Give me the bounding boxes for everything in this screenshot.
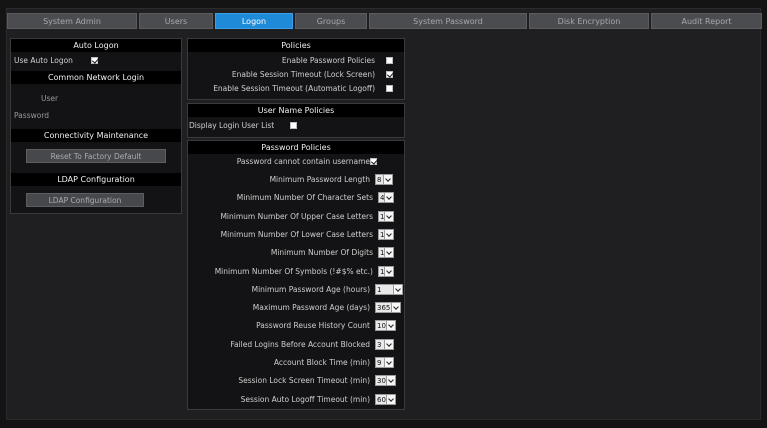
password-policy-select[interactable]: 4: [378, 192, 394, 204]
user-name-policies-header: User Name Policies: [188, 104, 404, 117]
chevron-down-icon[interactable]: [385, 247, 394, 259]
select-value: 365: [375, 302, 392, 314]
user-name-policies-panel: User Name Policies Display Login User Li…: [187, 103, 405, 138]
password-policy-select[interactable]: 1: [378, 210, 394, 222]
password-policy-label: Session Auto Logoff Timeout (min): [240, 394, 370, 404]
password-policy-select[interactable]: 1: [378, 228, 394, 240]
password-no-username-label: Password cannot contain username: [236, 157, 370, 166]
tab-bar: System Admin Users Logon Groups System P…: [7, 13, 762, 29]
password-policy-select[interactable]: 1: [375, 283, 403, 295]
password-policy-label: Minimum Password Age (hours): [251, 284, 370, 294]
system-admin-window: System Admin Users Logon Groups System P…: [6, 8, 762, 420]
select-value: 9: [375, 357, 385, 368]
tab-audit-report[interactable]: Audit Report: [651, 13, 762, 29]
chevron-down-icon[interactable]: [385, 338, 394, 350]
enable-session-timeout-logoff-label: Enable Session Timeout (Automatic Logoff…: [213, 84, 375, 93]
select-value: 1: [378, 247, 385, 259]
select-value: 30: [375, 375, 387, 387]
chevron-down-icon[interactable]: [385, 210, 394, 222]
enable-password-policies-label: Enable Password Policies: [281, 56, 375, 65]
enable-session-timeout-logoff-checkbox[interactable]: [386, 85, 393, 92]
select-value: 1: [378, 210, 385, 222]
password-policies-header: Password Policies: [188, 141, 404, 154]
password-policy-label: Maximum Password Age (days): [252, 303, 370, 313]
chevron-down-icon[interactable]: [385, 192, 394, 204]
use-auto-logon-checkbox[interactable]: [91, 57, 98, 64]
password-policy-select[interactable]: 10: [375, 320, 396, 332]
display-login-user-list-checkbox[interactable]: [290, 122, 297, 129]
chevron-down-icon[interactable]: [392, 302, 401, 314]
password-policy-select[interactable]: 1: [378, 265, 394, 277]
tab-system-admin[interactable]: System Admin: [7, 13, 137, 29]
network-user-label: User: [41, 94, 59, 103]
password-policy-select[interactable]: 3: [375, 338, 394, 350]
display-login-user-list-label: Display Login User List: [189, 121, 275, 130]
use-auto-logon-label: Use Auto Logon: [14, 56, 73, 65]
chevron-down-icon[interactable]: [384, 174, 393, 185]
enable-session-timeout-lock-checkbox[interactable]: [386, 71, 393, 78]
password-policy-label: Minimum Number Of Symbols (!#$% etc.): [214, 266, 373, 276]
enable-session-timeout-lock-label: Enable Session Timeout (Lock Screen): [231, 70, 375, 79]
enable-password-policies-checkbox[interactable]: [386, 57, 393, 64]
network-password-label: Password: [14, 111, 50, 120]
password-policy-label: Failed Logins Before Account Blocked: [230, 339, 370, 349]
chevron-down-icon[interactable]: [387, 393, 396, 405]
chevron-down-icon[interactable]: [385, 265, 394, 277]
common-network-login-header: Common Network Login: [11, 71, 181, 84]
tab-disk-encryption[interactable]: Disk Encryption: [529, 13, 649, 29]
tab-system-password[interactable]: System Password: [369, 13, 527, 29]
password-policy-label: Session Lock Screen Timeout (min): [238, 376, 370, 386]
password-policy-label: Minimum Number Of Lower Case Letters: [220, 229, 373, 239]
tab-users[interactable]: Users: [139, 13, 213, 29]
select-value: 8: [375, 174, 384, 185]
select-value: 1: [375, 283, 394, 295]
password-policies-panel: Password Policies Password cannot contai…: [187, 140, 405, 410]
password-policy-label: Minimum Number Of Upper Case Letters: [220, 211, 373, 221]
select-value: 60: [375, 393, 387, 405]
select-value: 4: [378, 192, 385, 204]
policies-panel: Policies Enable Password Policies Enable…: [187, 38, 405, 100]
ldap-configuration-header: LDAP Configuration: [11, 173, 181, 186]
password-policy-select[interactable]: 365: [375, 302, 401, 314]
chevron-down-icon[interactable]: [394, 283, 403, 295]
tab-logon[interactable]: Logon: [215, 13, 293, 29]
password-policy-select[interactable]: 9: [375, 357, 394, 368]
password-policy-label: Password Reuse History Count: [256, 321, 370, 331]
password-policy-select[interactable]: 8: [375, 174, 393, 185]
password-policy-label: Minimum Number Of Digits: [270, 248, 373, 258]
password-policy-label: Account Block Time (min): [273, 358, 370, 367]
tab-groups[interactable]: Groups: [295, 13, 367, 29]
password-policy-label: Minimum Number Of Character Sets: [236, 193, 373, 203]
policies-header: Policies: [188, 39, 404, 52]
password-policy-label: Minimum Password Length: [269, 175, 370, 184]
connectivity-maintenance-header: Connectivity Maintenance: [11, 129, 181, 142]
chevron-down-icon[interactable]: [385, 228, 394, 240]
left-settings-panel: Auto Logon Use Auto Logon Common Network…: [10, 38, 182, 214]
password-no-username-checkbox[interactable]: [370, 158, 377, 165]
auto-logon-header: Auto Logon: [11, 39, 181, 52]
select-value: 3: [375, 338, 385, 350]
password-policy-select[interactable]: 30: [375, 375, 396, 387]
reset-factory-default-button[interactable]: Reset To Factory Default: [26, 149, 166, 163]
select-value: 10: [375, 320, 387, 332]
select-value: 1: [378, 228, 385, 240]
chevron-down-icon[interactable]: [385, 357, 394, 368]
chevron-down-icon[interactable]: [387, 320, 396, 332]
password-policy-select[interactable]: 60: [375, 393, 396, 405]
ldap-configuration-button[interactable]: LDAP Configuration: [26, 193, 144, 207]
chevron-down-icon[interactable]: [387, 375, 396, 387]
password-policy-select[interactable]: 1: [378, 247, 394, 259]
select-value: 1: [378, 265, 385, 277]
